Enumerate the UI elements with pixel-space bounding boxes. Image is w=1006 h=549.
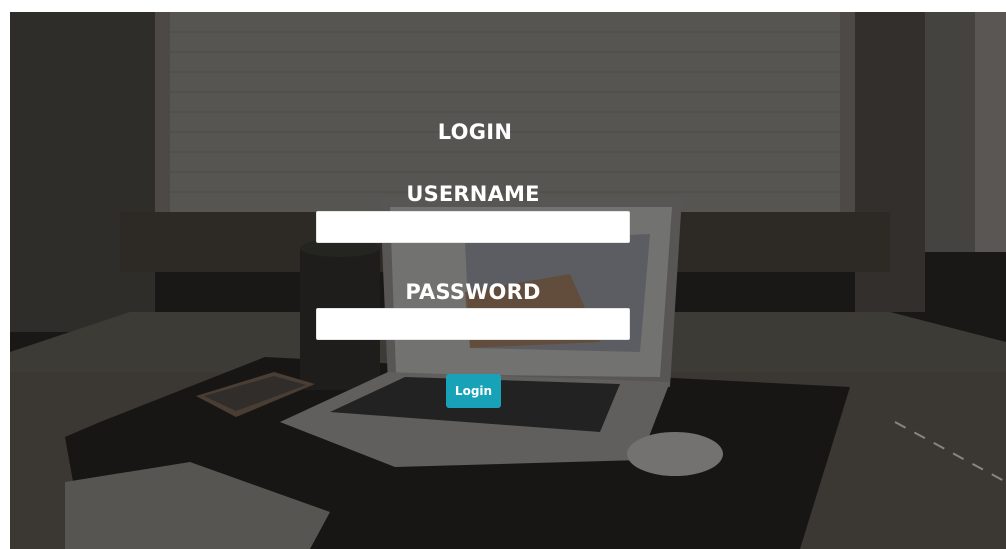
login-button[interactable]: Login [446,374,501,408]
login-page: LOGIN USERNAME PASSWORD Login [10,12,1006,549]
password-label: PASSWORD [405,280,541,304]
login-title: LOGIN [437,120,513,144]
password-input[interactable] [316,308,630,340]
username-input[interactable] [316,211,630,243]
username-label: USERNAME [406,182,540,206]
login-form: LOGIN USERNAME PASSWORD Login [10,12,1006,549]
